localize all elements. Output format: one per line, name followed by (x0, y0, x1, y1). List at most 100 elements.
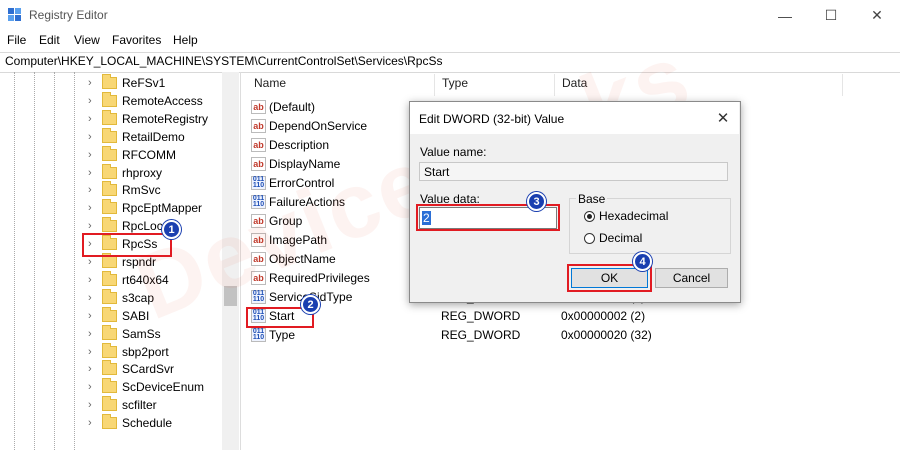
cancel-button[interactable]: Cancel (655, 268, 728, 288)
tree-item[interactable]: › scfilter (0, 396, 230, 414)
tree-item[interactable]: › RemoteAccess (0, 91, 230, 110)
dialog-close-button[interactable]: ✕ (712, 107, 734, 129)
step-marker-3: 3 (527, 192, 546, 211)
expand-chevron-icon[interactable]: › (88, 310, 92, 322)
tree-item-label: RemoteAccess (122, 93, 203, 108)
binary-value-icon: 011 110 (251, 290, 266, 304)
binary-value-icon: 011 110 (251, 328, 266, 342)
value-row[interactable]: 011 110 Start REG_DWORD 0x00000002 (2) (250, 307, 900, 326)
dialog-title: Edit DWORD (32-bit) Value (419, 112, 565, 126)
tree-item[interactable]: › s3cap (0, 288, 230, 307)
expand-chevron-icon[interactable]: › (88, 274, 92, 286)
column-header-name[interactable]: Name (254, 76, 286, 96)
tree-item-label: RemoteRegistry (122, 111, 209, 126)
folder-icon (102, 91, 117, 107)
menu-help[interactable]: Help (173, 33, 198, 47)
string-value-icon: ab (251, 233, 266, 247)
tree-item[interactable]: › RemoteRegistry (0, 109, 230, 128)
value-data: 0x00000020 (32) (561, 328, 652, 342)
folder-icon (102, 253, 117, 268)
value-name: Description (269, 138, 330, 152)
folder-icon (102, 270, 117, 286)
tree-item[interactable]: › ScDeviceEnum (0, 378, 230, 396)
step-marker-2: 2 (301, 295, 320, 314)
tree-item[interactable]: › RFCOMM (0, 145, 230, 164)
expand-chevron-icon[interactable]: › (88, 202, 92, 214)
folder-icon (102, 414, 117, 430)
tree-item-label: rspndr (122, 255, 157, 269)
tree-item-label: ScDeviceEnum (122, 380, 205, 395)
expand-chevron-icon[interactable]: › (88, 399, 92, 411)
tree-item-label: RmSvc (122, 183, 161, 198)
base-label: Base (576, 192, 608, 206)
column-header-type[interactable]: Type (442, 76, 468, 96)
expand-chevron-icon[interactable]: › (88, 220, 92, 232)
tree-item[interactable]: › RetailDemo (0, 127, 230, 146)
expand-chevron-icon[interactable]: › (88, 167, 92, 179)
column-separator[interactable] (842, 74, 843, 96)
tree-scrollbar-thumb[interactable] (224, 286, 237, 306)
decimal-radio[interactable] (584, 233, 595, 244)
folder-icon (102, 288, 117, 304)
expand-chevron-icon[interactable]: › (88, 346, 92, 358)
address-path[interactable]: Computer\HKEY_LOCAL_MACHINE\SYSTEM\Curre… (5, 54, 442, 68)
tree-item[interactable]: › rt640x64 (0, 270, 230, 289)
string-value-icon: ab (251, 157, 266, 171)
menu-edit[interactable]: Edit (39, 33, 60, 47)
expand-chevron-icon[interactable]: › (88, 363, 92, 375)
expand-chevron-icon[interactable]: › (88, 292, 92, 304)
expand-chevron-icon[interactable]: › (88, 113, 92, 125)
tree-item[interactable]: › sbp2port (0, 342, 230, 361)
maximize-button[interactable]: ☐ (808, 0, 854, 31)
tree-item[interactable]: › ReFSv1 (0, 74, 230, 92)
tree-scrollbar[interactable] (222, 72, 239, 450)
column-separator[interactable] (554, 74, 555, 96)
tree-item[interactable]: › RmSvc (0, 181, 230, 199)
tree-item[interactable]: › SamSs (0, 324, 230, 343)
string-value-icon: ab (251, 119, 266, 133)
value-name-field: Start (419, 162, 728, 181)
value-data: 0x00000002 (2) (561, 309, 646, 323)
expand-chevron-icon[interactable]: › (88, 149, 92, 161)
menu-view[interactable]: View (74, 33, 100, 47)
expand-chevron-icon[interactable]: › (88, 381, 92, 393)
menu-file[interactable]: File (7, 33, 26, 47)
value-row[interactable]: 011 110 Type REG_DWORD 0x00000020 (32) (250, 326, 900, 345)
tree-item[interactable]: › SABI (0, 306, 230, 325)
folder-icon (102, 127, 117, 143)
binary-value-icon: 011 110 (251, 176, 266, 190)
decimal-label[interactable]: Decimal (599, 231, 642, 245)
tree-item[interactable]: › rhproxy (0, 163, 230, 182)
column-separator[interactable] (434, 74, 435, 96)
hexadecimal-radio[interactable] (584, 211, 595, 222)
column-header-data[interactable]: Data (562, 76, 587, 96)
close-button[interactable]: ✕ (854, 0, 900, 31)
tree-item[interactable]: › RpcEptMapper (0, 199, 230, 217)
tree-item[interactable]: › SCardSvr (0, 360, 230, 378)
value-name: (Default) (269, 100, 316, 114)
expand-chevron-icon[interactable]: › (88, 328, 92, 340)
expand-chevron-icon[interactable]: › (88, 417, 92, 429)
tree-item-label: s3cap (122, 290, 155, 305)
value-name: FailureActions (269, 195, 346, 209)
expand-chevron-icon[interactable]: › (88, 95, 92, 107)
expand-chevron-icon[interactable]: › (88, 131, 92, 143)
value-type: REG_DWORD (441, 309, 521, 323)
folder-icon (102, 306, 117, 322)
value-name: Group (269, 214, 303, 228)
expand-chevron-icon[interactable]: › (88, 77, 92, 89)
minimize-button[interactable]: — (762, 0, 808, 31)
expand-chevron-icon[interactable]: › (88, 184, 92, 196)
tree-item[interactable]: › Schedule (0, 414, 230, 432)
string-value-icon: ab (251, 252, 266, 266)
value-name: ErrorControl (269, 176, 335, 190)
tree-item-label: sbp2port (122, 344, 169, 359)
hexadecimal-label[interactable]: Hexadecimal (599, 209, 668, 223)
menu-favorites[interactable]: Favorites (112, 33, 161, 47)
value-name: RequiredPrivileges (269, 271, 370, 285)
tree-item-label: ReFSv1 (122, 76, 166, 90)
expand-chevron-icon[interactable]: › (88, 256, 92, 268)
string-value-icon: ab (251, 271, 266, 285)
close-icon: ✕ (716, 110, 730, 127)
highlight-rpcss (82, 233, 172, 257)
